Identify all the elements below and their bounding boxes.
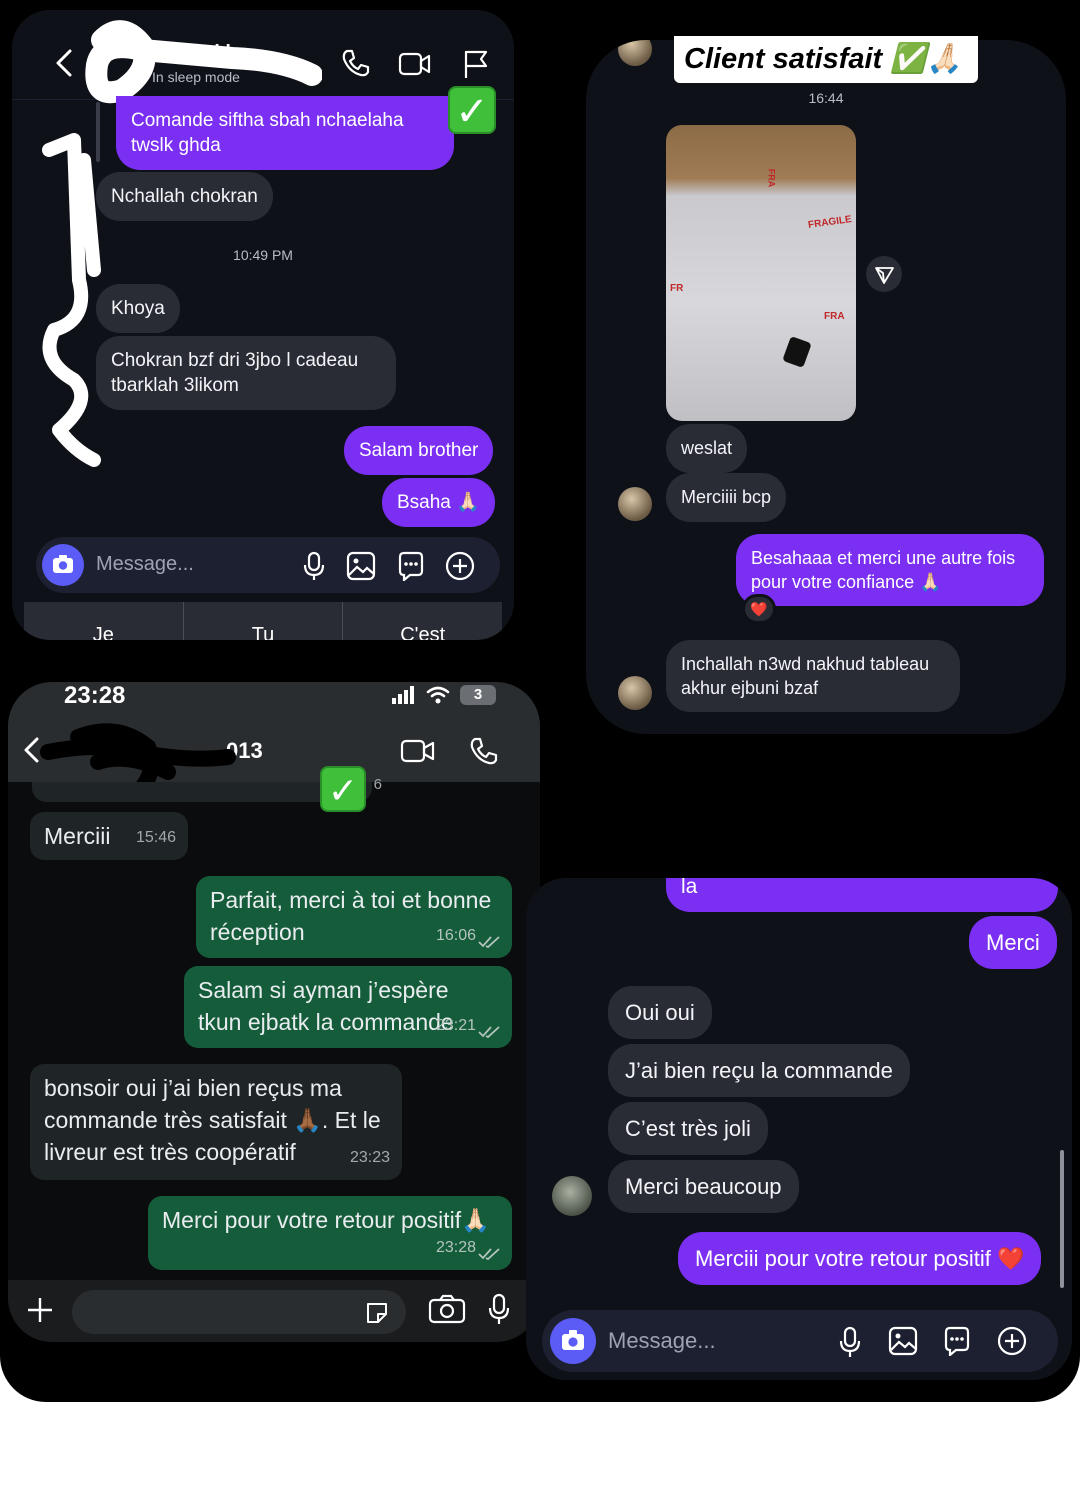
- message-time: 16:06: [435, 927, 476, 944]
- message-bubble-outgoing[interactable]: Bsaha 🙏🏻: [382, 478, 495, 527]
- message-bubble-incoming[interactable]: Merciiii bcp: [666, 473, 787, 522]
- checkmark-emoji: ✓: [320, 766, 366, 812]
- back-arrow-icon[interactable]: [52, 48, 76, 78]
- avatar: [618, 676, 652, 710]
- message-bubble-outgoing[interactable]: Salam brother: [344, 426, 494, 475]
- photo-label: FRAGILE: [807, 213, 853, 232]
- message-bubble-outgoing[interactable]: Parfait, merci à toi et bonne réception …: [196, 876, 512, 958]
- add-icon[interactable]: [444, 550, 476, 582]
- share-icon[interactable]: [866, 256, 902, 292]
- read-receipt-icon: [478, 935, 500, 949]
- message-text: bonsoir oui j’ai bien reçus ma commande …: [44, 1075, 381, 1165]
- whatsapp-chat-panel: 23:28 3 013 6 ✓ Merciii 15:46 Parfait, m…: [8, 682, 540, 1342]
- signal-icon: [392, 686, 416, 704]
- message-bubble-outgoing[interactable]: Merciii pour votre retour positif ❤️: [678, 1232, 1042, 1285]
- message-bubble-incoming[interactable]: Chokran bzf dri 3jbo l cadeau tbarklah 3…: [96, 336, 396, 410]
- message-time: 23:21: [435, 1017, 476, 1034]
- sticker-icon[interactable]: [364, 1300, 390, 1326]
- status-bar-time: 23:28: [64, 682, 126, 709]
- screenshot-collage: Ahmed l In sleep mode Comande siftha sba…: [0, 0, 1080, 1402]
- message-input[interactable]: Message...: [608, 1328, 716, 1354]
- message-bubble-outgoing[interactable]: Besahaaa et merci une autre fois pour vo…: [736, 534, 1044, 606]
- chat-timestamp: 10:49 PM: [233, 247, 293, 263]
- message-input[interactable]: [72, 1290, 406, 1334]
- camera-icon[interactable]: [428, 1294, 466, 1324]
- wifi-icon: [426, 686, 450, 704]
- message-bubble-incoming[interactable]: Khoya: [96, 284, 180, 333]
- photo-label: FRA: [824, 311, 845, 322]
- message-text: Merciii: [44, 823, 111, 849]
- microphone-icon[interactable]: [488, 1293, 510, 1325]
- message-bubble-outgoing[interactable]: Salam si ayman j’espère tkun ejbatk la c…: [184, 966, 512, 1048]
- overlay-title-banner: Client satisfait ✅🙏🏻: [674, 36, 978, 83]
- avatar: [552, 1176, 592, 1216]
- suggestion-item[interactable]: Je: [24, 602, 184, 640]
- read-receipt-icon: [478, 1247, 500, 1261]
- message-bubble-incoming[interactable]: bonsoir oui j’ai bien reçus ma commande …: [30, 1064, 402, 1180]
- chat-timestamp: 16:44: [808, 90, 844, 106]
- sticker-icon[interactable]: [942, 1326, 972, 1356]
- input-bar: [8, 1280, 540, 1342]
- sticker-icon[interactable]: [396, 551, 426, 581]
- previous-message-time: 6: [373, 776, 382, 793]
- photo-label: FRA: [766, 168, 777, 188]
- message-text: Salam si ayman j’espère tkun ejbatk la c…: [198, 977, 454, 1035]
- avatar: [618, 487, 652, 521]
- flag-icon[interactable]: [462, 48, 490, 80]
- suggestion-item[interactable]: Tu: [184, 602, 344, 640]
- chat-header: 23:28 3 013: [8, 682, 540, 800]
- message-time: 23:28: [435, 1239, 476, 1256]
- message-composer: Message...: [542, 1310, 1058, 1372]
- message-bubble-incoming[interactable]: Nchallah chokran: [96, 172, 273, 221]
- message-bubble-incoming[interactable]: C’est très joli: [608, 1102, 768, 1155]
- battery-indicator: 3: [460, 685, 496, 705]
- instagram-chat-panel-top-right: 16:44 FRAGILE FRA FR FRA weslat Merciiii…: [586, 40, 1066, 734]
- scrollbar[interactable]: [1060, 1150, 1064, 1288]
- message-bubble-incoming[interactable]: Inchallah n3wd nakhud tableau akhur ejbu…: [666, 640, 960, 712]
- shared-photo[interactable]: FRAGILE FRA FR FRA: [666, 125, 856, 421]
- video-call-icon[interactable]: [398, 50, 432, 78]
- message-bubble-outgoing[interactable]: Merci pour votre retour positif🙏🏻 23:28: [148, 1196, 512, 1270]
- message-bubble-incoming[interactable]: Oui oui: [608, 986, 712, 1039]
- checkmark-emoji: ✓: [448, 86, 496, 134]
- photo-detail: [782, 336, 812, 368]
- message-text: Merci pour votre retour positif🙏🏻: [162, 1207, 490, 1233]
- message-bubble-incoming[interactable]: Merciii 15:46: [30, 812, 188, 860]
- microphone-icon[interactable]: [838, 1326, 862, 1358]
- message-time: 23:23: [349, 1149, 390, 1166]
- keyboard-suggestions: Je Tu C'est: [24, 602, 502, 640]
- suggestion-item[interactable]: C'est: [343, 602, 502, 640]
- phone-icon[interactable]: [468, 736, 498, 766]
- camera-button[interactable]: [42, 544, 84, 586]
- message-bubble-outgoing[interactable]: Comande siftha sbah nchaelaha twslk ghda: [116, 96, 454, 170]
- photo-label: FR: [670, 283, 684, 294]
- heart-reaction: ❤️: [742, 594, 776, 624]
- message-bubble-incoming[interactable]: Merci beaucoup: [608, 1160, 799, 1213]
- add-icon[interactable]: [996, 1325, 1028, 1357]
- camera-button[interactable]: [550, 1318, 596, 1364]
- instagram-chat-panel-top-left: Ahmed l In sleep mode Comande siftha sba…: [12, 10, 514, 640]
- message-bubble-incoming[interactable]: weslat: [666, 424, 748, 473]
- message-input[interactable]: Message...: [96, 553, 194, 576]
- plus-icon[interactable]: [26, 1296, 54, 1324]
- video-call-icon[interactable]: [400, 738, 436, 764]
- message-bubble-incoming[interactable]: J’ai bien reçu la commande: [608, 1044, 910, 1097]
- avatar: [618, 40, 652, 66]
- message-bubble-outgoing[interactable]: la: [666, 878, 1058, 912]
- overlay-title: Client satisfait ✅🙏🏻: [684, 43, 963, 75]
- gallery-icon[interactable]: [888, 1326, 918, 1356]
- phone-icon[interactable]: [340, 48, 370, 78]
- reply-indicator: [96, 102, 100, 162]
- gallery-icon[interactable]: [346, 551, 376, 581]
- message-composer: Message...: [36, 537, 500, 593]
- instagram-chat-panel-bottom-right: la Merci Oui oui J’ai bien reçu la comma…: [526, 878, 1072, 1380]
- message-bubble-outgoing[interactable]: Merci: [969, 916, 1057, 969]
- message-time: 15:46: [135, 829, 176, 846]
- read-receipt-icon: [478, 1025, 500, 1039]
- chat-header: Ahmed l In sleep mode: [12, 10, 514, 104]
- microphone-icon[interactable]: [302, 551, 326, 581]
